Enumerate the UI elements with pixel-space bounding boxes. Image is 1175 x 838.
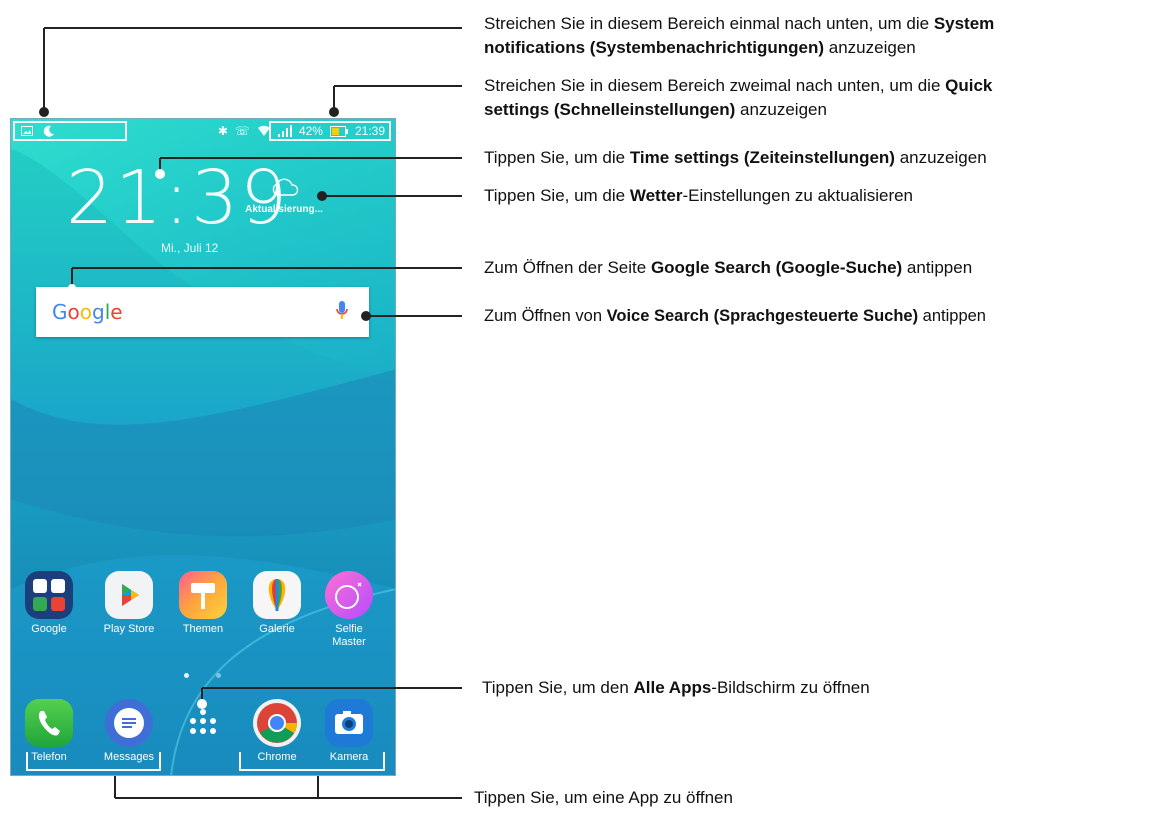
annotation-text: anzuzeigen (735, 100, 827, 119)
annotation-bold: Time settings (Zeiteinstellungen) (629, 148, 895, 167)
annotation-text: Tippen Sie, um den (482, 678, 634, 697)
annotation-text: -Bildschirm zu öffnen (711, 678, 870, 697)
annotation-text: Zum Öffnen der Seite (484, 258, 651, 277)
annotation-system-notifications: Streichen Sie in diesem Bereich einmal n… (484, 12, 994, 60)
annotation-text: anzuzeigen (894, 148, 987, 167)
annotation-bold: Quick (945, 76, 993, 95)
annotation-text: Streichen Sie in diesem Bereich zweimal … (484, 76, 946, 95)
annotation-text: Tippen Sie, um die (484, 186, 630, 205)
annotation-text: antippen (902, 258, 973, 277)
annotation-text: antippen (918, 307, 986, 325)
annotation-bold: Voice Search (Sprachgesteuerte Suche) (606, 307, 919, 325)
annotation-voice-search: Zum Öffnen von Voice Search (Sprachgeste… (484, 304, 986, 328)
annotation-bold: settings (Schnelleinstellungen) (484, 100, 736, 119)
annotation-text: Streichen Sie in diesem Bereich einmal n… (484, 14, 934, 33)
annotation-quick-settings: Streichen Sie in diesem Bereich zweimal … (484, 74, 992, 122)
annotation-text: Tippen Sie, um eine App zu öffnen (474, 788, 733, 807)
annotation-google-search: Zum Öffnen der Seite Google Search (Goog… (484, 256, 972, 280)
annotation-text: Tippen Sie, um die (484, 148, 630, 167)
annotation-text: anzuzeigen (824, 38, 916, 57)
annotation-open-app: Tippen Sie, um eine App zu öffnen (474, 786, 733, 810)
annotation-bold: Google Search (Google-Suche) (650, 258, 903, 277)
callout-lines (13, 27, 462, 799)
annotation-all-apps: Tippen Sie, um den Alle Apps-Bildschirm … (482, 676, 870, 700)
annotation-bold: Alle Apps (633, 678, 712, 697)
annotation-bold: Wetter (629, 186, 683, 205)
annotation-weather: Tippen Sie, um die Wetter-Einstellungen … (484, 184, 913, 208)
annotation-text: -Einstellungen zu aktualisieren (682, 186, 914, 205)
annotation-bold: System (933, 14, 995, 33)
annotation-time-settings: Tippen Sie, um die Time settings (Zeitei… (484, 146, 987, 170)
annotation-bold: notifications (Systembenachrichtigungen) (484, 38, 825, 57)
annotation-text: Zum Öffnen von (484, 307, 607, 325)
